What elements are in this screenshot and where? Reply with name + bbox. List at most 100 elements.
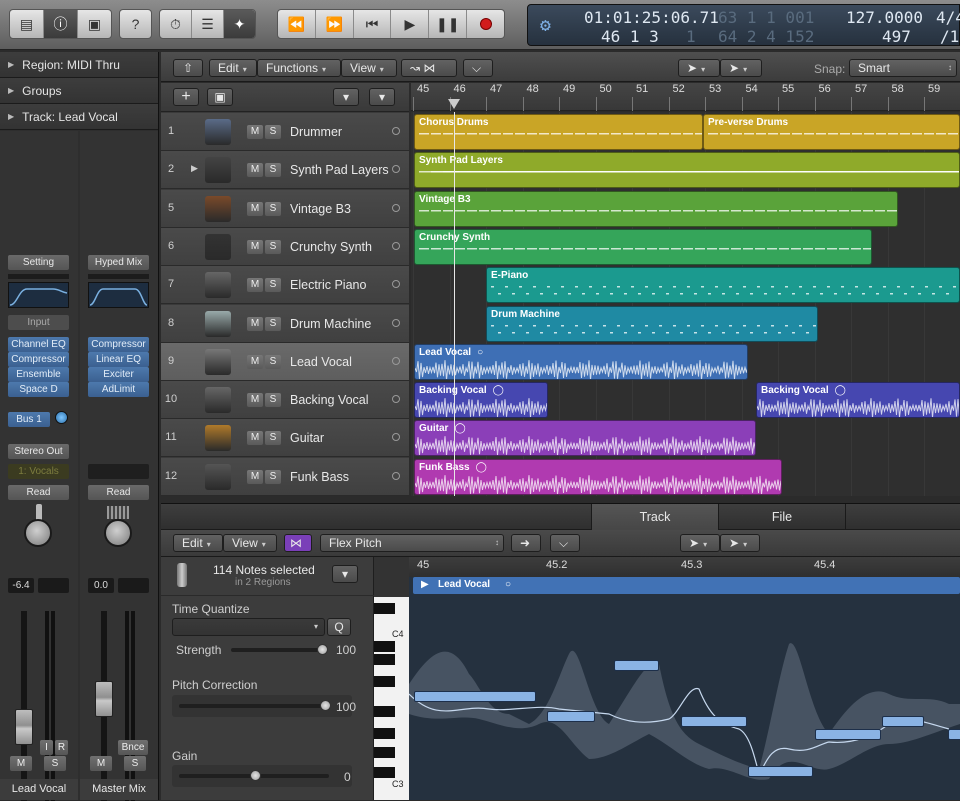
- bar-ruler[interactable]: 45 46 47 48 49 50 51 52 53 54 55 56 57 58 59: [411, 83, 960, 111]
- region[interactable]: Chorus Drums: [414, 114, 703, 150]
- track-header-row[interactable]: 12 M S Funk Bass: [161, 457, 409, 496]
- track-header-row[interactable]: 8 M S Drum Machine: [161, 304, 409, 343]
- piano-keyboard[interactable]: C4 C3: [374, 597, 409, 800]
- region[interactable]: Drum Machine: [486, 305, 818, 342]
- track-name[interactable]: Drum Machine: [290, 317, 371, 331]
- track-mute-button[interactable]: M: [247, 316, 263, 331]
- region[interactable]: Pre-verse Drums: [703, 114, 960, 150]
- tab-track[interactable]: Track: [591, 504, 718, 531]
- track-name[interactable]: Synth Pad Layers: [290, 163, 389, 177]
- editor-region-header[interactable]: ▶ Lead Vocal ○: [413, 577, 960, 594]
- plugin-slot-3[interactable]: Ensemble: [8, 367, 69, 382]
- track-icon[interactable]: [205, 195, 231, 222]
- track-solo-button[interactable]: S: [265, 201, 281, 216]
- track-solo-button[interactable]: S: [265, 469, 281, 484]
- track-options-icon[interactable]: [392, 471, 400, 480]
- pitch-note[interactable]: [547, 711, 595, 722]
- editors-icon[interactable]: ✦: [224, 10, 255, 38]
- track-options-icon[interactable]: [392, 356, 400, 365]
- track-mute-button[interactable]: M: [247, 354, 263, 369]
- library-icon[interactable]: ▤: [10, 10, 44, 38]
- plugin-slot-1[interactable]: Channel EQ: [8, 337, 69, 352]
- track-solo-button[interactable]: S: [265, 431, 281, 446]
- track-icon[interactable]: [205, 233, 231, 260]
- record-enable-button[interactable]: R: [55, 740, 68, 755]
- pitch-note[interactable]: [882, 716, 924, 727]
- track-solo-button[interactable]: S: [265, 316, 281, 331]
- pan-knob[interactable]: [104, 519, 132, 547]
- output-slot[interactable]: Stereo Out: [8, 444, 69, 459]
- editor-edit-menu[interactable]: Edit ▾: [173, 534, 223, 552]
- region[interactable]: Backing Vocal ◯: [756, 382, 960, 419]
- catch-buttons[interactable]: ↝ ⋈: [401, 59, 457, 77]
- track-solo-button[interactable]: S: [265, 163, 281, 178]
- pitch-note[interactable]: [414, 691, 536, 702]
- pitch-note[interactable]: [815, 729, 881, 740]
- mixer-icon[interactable]: ☰: [192, 10, 224, 38]
- help-icon[interactable]: ?: [120, 10, 151, 38]
- editor-pointer-tool-2[interactable]: ➤ ▾: [720, 534, 760, 552]
- track-mute-button[interactable]: M: [247, 163, 263, 178]
- track-header-row[interactable]: 7 M S Electric Piano: [161, 266, 409, 305]
- track-icon[interactable]: [205, 157, 231, 184]
- track-name[interactable]: Backing Vocal: [290, 393, 369, 407]
- plugin-slot-1[interactable]: Compressor: [88, 337, 149, 352]
- region[interactable]: Crunchy Synth: [414, 228, 872, 265]
- track-icon[interactable]: [205, 272, 231, 299]
- track-mute-button[interactable]: M: [247, 393, 263, 408]
- forward-icon[interactable]: ⏩: [316, 10, 354, 38]
- track-icon[interactable]: [205, 463, 231, 490]
- strength-knob[interactable]: [317, 644, 328, 655]
- track-name[interactable]: Vintage B3: [290, 202, 351, 216]
- plugin-slot-2[interactable]: Linear EQ: [88, 352, 149, 367]
- track-mute-button[interactable]: M: [247, 431, 263, 446]
- send-slot[interactable]: Bus 1: [8, 412, 50, 427]
- solo-button[interactable]: S: [44, 756, 66, 771]
- bounce-button[interactable]: Bnce: [118, 740, 148, 755]
- toolbar-icon[interactable]: ▣: [78, 10, 111, 38]
- track-mute-button[interactable]: M: [247, 239, 263, 254]
- region[interactable]: Backing Vocal ◯: [414, 382, 548, 419]
- plugin-slot-3[interactable]: Exciter: [88, 367, 149, 382]
- eq-curve-thumb[interactable]: [8, 282, 69, 308]
- automation-mode[interactable]: Read: [8, 485, 69, 500]
- disclosure-triangle-icon[interactable]: ▶: [8, 60, 14, 69]
- plugin-slot-4[interactable]: Space D: [8, 382, 69, 397]
- track-name[interactable]: Funk Bass: [290, 470, 349, 484]
- track-mute-button[interactable]: M: [247, 201, 263, 216]
- group-slot[interactable]: [88, 464, 149, 479]
- eq-curve-thumb[interactable]: [88, 282, 149, 308]
- mute-button[interactable]: M: [10, 756, 32, 771]
- gain-knob[interactable]: [250, 770, 261, 781]
- input-monitor-button[interactable]: I: [40, 740, 53, 755]
- setting-button[interactable]: Hyped Mix: [88, 255, 149, 270]
- pointer-tool[interactable]: ➤ ▾: [678, 59, 720, 77]
- metronome-icon[interactable]: ⏱: [160, 10, 192, 38]
- quantize-button[interactable]: Q: [327, 618, 351, 636]
- region[interactable]: E-Piano: [486, 267, 960, 304]
- region[interactable]: Guitar ◯: [414, 420, 756, 457]
- track-options-icon[interactable]: [392, 165, 400, 174]
- track-icon[interactable]: [205, 387, 231, 414]
- volume-fader[interactable]: [95, 681, 113, 717]
- pitch-note[interactable]: [948, 729, 960, 740]
- automation-mode[interactable]: Read: [88, 485, 149, 500]
- catch-button[interactable]: ➜: [511, 534, 541, 552]
- track-header-row[interactable]: 10 M S Backing Vocal: [161, 381, 409, 420]
- rewind-icon[interactable]: ⏪: [278, 10, 316, 38]
- record-icon[interactable]: [467, 10, 504, 38]
- input-slot[interactable]: Input: [8, 315, 69, 330]
- setting-button[interactable]: Setting: [8, 255, 69, 270]
- group-slot[interactable]: 1: Vocals: [8, 464, 69, 479]
- editor-zoom[interactable]: ⌵: [550, 534, 580, 552]
- track-options-icon[interactable]: [392, 127, 400, 135]
- lcd-display[interactable]: ⚙ 01:01:25:06.71 63 1 1 001 46 1 3 1 64 …: [527, 4, 960, 46]
- snap-select[interactable]: Smart ↕: [849, 59, 957, 77]
- inspector-icon[interactable]: ⓘ: [44, 10, 78, 38]
- track-options-icon[interactable]: [392, 241, 400, 250]
- volume-fader-track[interactable]: [21, 611, 27, 801]
- region[interactable]: Vintage B3: [414, 190, 898, 227]
- playhead-marker-icon[interactable]: [448, 99, 460, 109]
- pause-icon[interactable]: ❚❚: [429, 10, 468, 38]
- pitch-correction-knob[interactable]: [320, 700, 331, 711]
